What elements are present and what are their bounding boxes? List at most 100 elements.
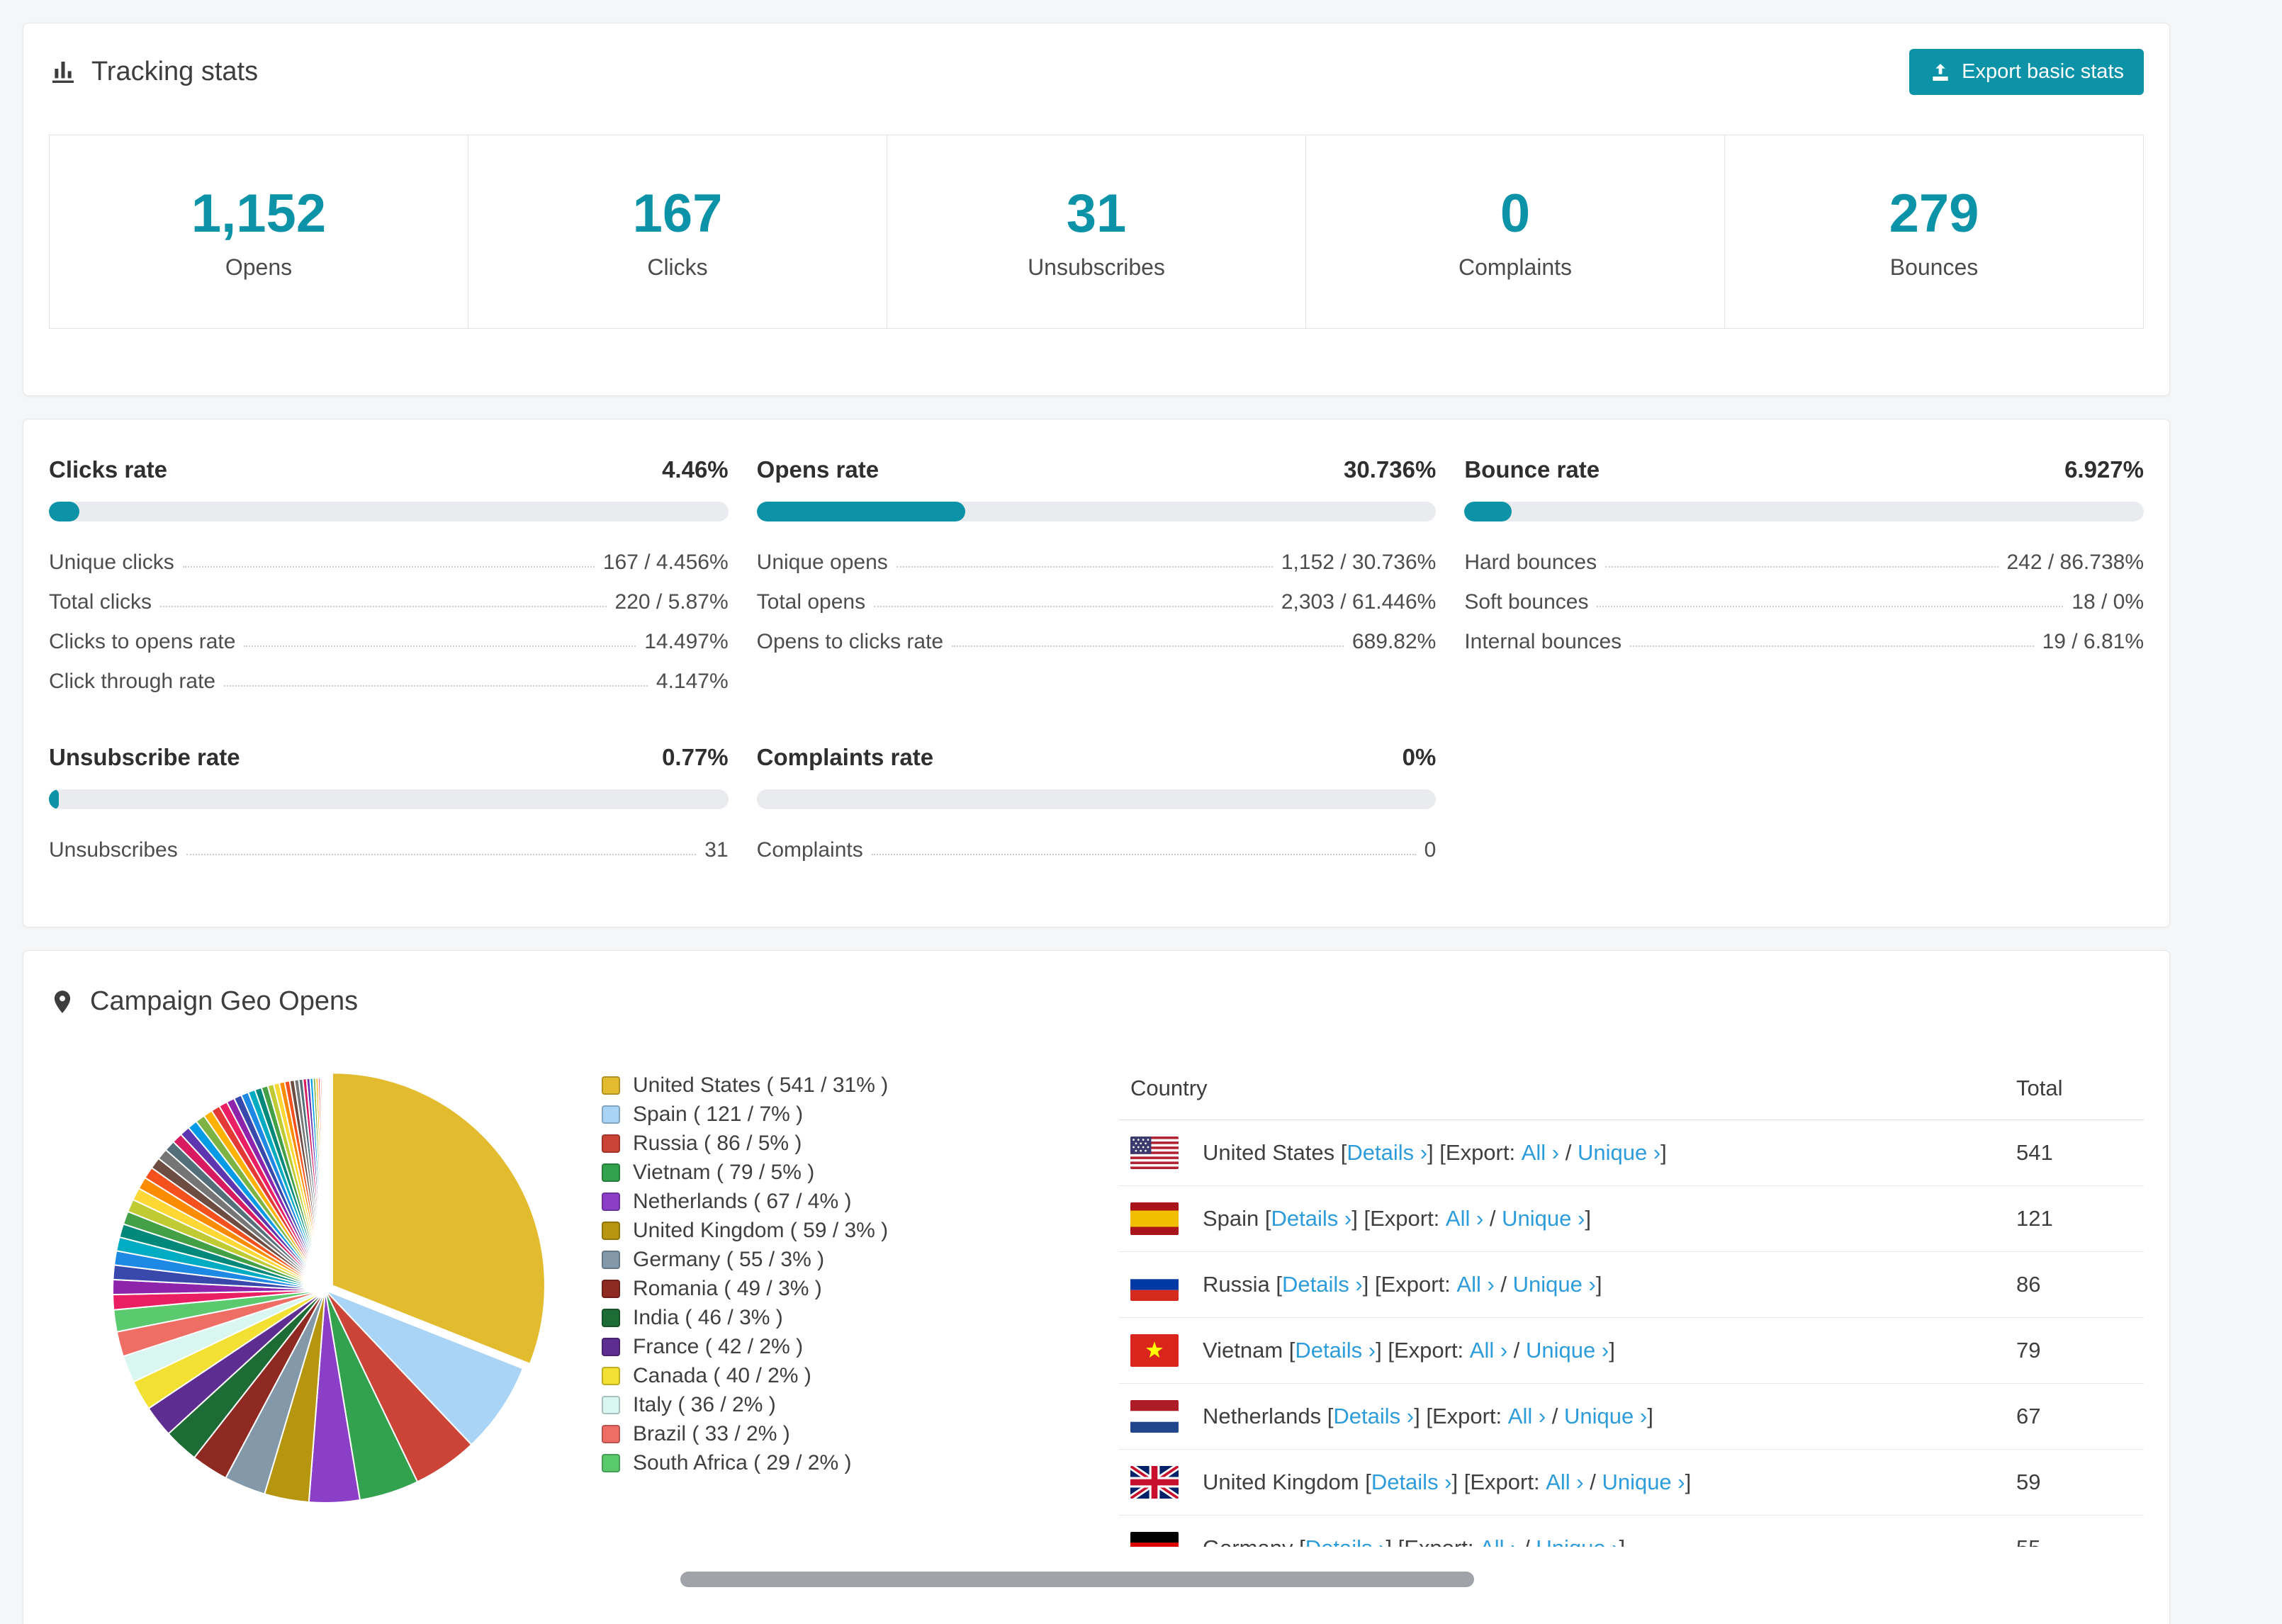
legend-label: Vietnam ( 79 / 5% ) [633, 1160, 815, 1184]
rate-title: Opens rate [756, 456, 879, 483]
details-link[interactable]: Details › [1333, 1404, 1414, 1429]
rate-stat-row: Complaints 0 [757, 830, 1437, 870]
export-label: [Export: [1398, 1535, 1474, 1547]
rate-panel-complaints-rate: Complaints rate 0% Complaints 0 [756, 744, 1437, 870]
legend-label: United States ( 541 / 31% ) [633, 1073, 889, 1097]
stat-card-value: 1,152 [191, 184, 327, 244]
export-basic-stats-button[interactable]: Export basic stats [1909, 49, 2144, 95]
flag-nl-icon [1130, 1400, 1179, 1433]
details-link[interactable]: Details › [1347, 1140, 1427, 1166]
legend-color-swatch [602, 1366, 620, 1385]
export-unique-link[interactable]: Unique › [1526, 1338, 1609, 1363]
rate-stat-value: 4.147% [656, 670, 729, 693]
country-name: United States [1203, 1140, 1335, 1165]
legend-item-germany: Germany ( 55 / 3% ) [602, 1245, 1119, 1274]
stat-cards: 1,152 Opens 167 Clicks 31 Unsubscribes 0… [49, 135, 2144, 329]
export-label: [Export: [1364, 1206, 1440, 1231]
export-unique-link[interactable]: Unique › [1502, 1206, 1585, 1231]
export-all-link[interactable]: All › [1470, 1338, 1507, 1363]
legend-item-netherlands: Netherlands ( 67 / 4% ) [602, 1187, 1119, 1216]
export-unique-link[interactable]: Unique › [1564, 1404, 1647, 1429]
legend-color-swatch [602, 1337, 620, 1356]
flag-vn-icon [1130, 1334, 1179, 1367]
country-cell: Russia [ Details › ] [Export: All › / Un… [1130, 1268, 2016, 1301]
rate-progress-bar [756, 502, 1437, 521]
dotted-leader [952, 645, 1344, 647]
rate-stat-value: 31 [704, 838, 729, 862]
total-column-header: Total [2016, 1075, 2063, 1100]
stat-card-value: 167 [632, 184, 723, 244]
dotted-leader [1597, 606, 2064, 607]
country-name: Spain [1203, 1206, 1259, 1231]
stat-card-label: Complaints [1458, 254, 1573, 280]
geo-content: United States ( 541 / 31% ) Spain ( 121 … [49, 1056, 2144, 1547]
stat-card-complaints: 0 Complaints [1305, 135, 1725, 329]
legend-color-swatch [602, 1134, 620, 1153]
export-unique-link[interactable]: Unique › [1513, 1272, 1596, 1297]
geo-legend: United States ( 541 / 31% ) Spain ( 121 … [602, 1056, 1119, 1477]
stat-card-value: 31 [1066, 184, 1127, 244]
export-label: [Export: [1439, 1140, 1516, 1165]
campaign-geo-opens-panel: Campaign Geo Opens United States ( 541 /… [23, 950, 2170, 1624]
details-link[interactable]: Details › [1282, 1272, 1363, 1297]
dotted-leader [1605, 566, 1999, 568]
flag-us-icon [1130, 1137, 1179, 1169]
rate-panel-bounce-rate: Bounce rate 6.927% Hard bounces 242 / 86… [1464, 456, 2144, 701]
total-cell: 121 [2016, 1206, 2053, 1231]
details-link[interactable]: Details › [1305, 1535, 1386, 1547]
geo-pie-chart [49, 1056, 602, 1524]
rate-stat-label: Click through rate [49, 670, 216, 693]
export-all-link[interactable]: All › [1508, 1404, 1546, 1429]
rate-value: 4.46% [662, 456, 729, 483]
rate-progress-fill [49, 789, 60, 809]
rate-stat-label: Clicks to opens rate [49, 630, 236, 653]
legend-color-swatch [602, 1395, 620, 1414]
legend-item-vietnam: Vietnam ( 79 / 5% ) [602, 1158, 1119, 1187]
rate-stat-label: Unsubscribes [49, 838, 178, 862]
export-unique-link[interactable]: Unique › [1602, 1470, 1685, 1495]
details-link[interactable]: Details › [1371, 1470, 1452, 1495]
dotted-leader [871, 854, 1416, 855]
rate-value: 6.927% [2064, 456, 2144, 483]
legend-color-swatch [602, 1279, 620, 1298]
stat-card-label: Opens [225, 254, 293, 280]
rate-stat-value: 2,303 / 61.446% [1281, 590, 1437, 614]
rate-title: Bounce rate [1464, 456, 1600, 483]
campaign-geo-opens-title: Campaign Geo Opens [49, 986, 2144, 1017]
export-all-link[interactable]: All › [1522, 1140, 1559, 1166]
legend-item-united-states: United States ( 541 / 31% ) [602, 1071, 1119, 1100]
horizontal-scrollbar-thumb[interactable] [680, 1572, 1474, 1587]
legend-color-swatch [602, 1192, 620, 1211]
export-unique-link[interactable]: Unique › [1578, 1140, 1660, 1166]
rate-stat-label: Complaints [756, 838, 863, 862]
country-name: Russia [1203, 1272, 1270, 1297]
rate-value: 30.736% [1344, 456, 1437, 483]
legend-label: Netherlands ( 67 / 4% ) [633, 1189, 852, 1213]
total-cell: 67 [2016, 1404, 2041, 1428]
rate-stat-value: 0 [1424, 838, 1437, 862]
details-link[interactable]: Details › [1295, 1338, 1376, 1363]
rate-value: 0.77% [662, 744, 729, 770]
export-all-link[interactable]: All › [1546, 1470, 1583, 1495]
legend-label: Canada ( 40 / 2% ) [633, 1363, 811, 1387]
table-row-united-kingdom: United Kingdom [ Details › ] [Export: Al… [1119, 1450, 2144, 1516]
details-link[interactable]: Details › [1271, 1206, 1352, 1231]
table-row-vietnam: Vietnam [ Details › ] [Export: All › / U… [1119, 1318, 2144, 1384]
stat-card-unsubscribes: 31 Unsubscribes [887, 135, 1306, 329]
export-unique-link[interactable]: Unique › [1536, 1535, 1619, 1547]
export-all-link[interactable]: All › [1480, 1535, 1517, 1547]
legend-item-romania: Romania ( 49 / 3% ) [602, 1274, 1119, 1303]
legend-label: Spain ( 121 / 7% ) [633, 1102, 804, 1126]
export-all-link[interactable]: All › [1456, 1272, 1494, 1297]
pie-chart-svg [112, 1072, 546, 1504]
legend-label: France ( 42 / 2% ) [633, 1334, 804, 1358]
dotted-leader [244, 645, 636, 647]
legend-color-swatch [602, 1221, 620, 1240]
table-row-united-states: United States [ Details › ] [Export: All… [1119, 1120, 2144, 1186]
dotted-leader [896, 566, 1273, 568]
export-all-link[interactable]: All › [1446, 1206, 1483, 1231]
total-cell: 55 [2016, 1535, 2144, 1547]
rate-stat-row: Opens to clicks rate 689.82% [757, 622, 1437, 662]
tracking-stats-header: Tracking stats Export basic stats [49, 49, 2144, 95]
legend-item-france: France ( 42 / 2% ) [602, 1332, 1119, 1361]
